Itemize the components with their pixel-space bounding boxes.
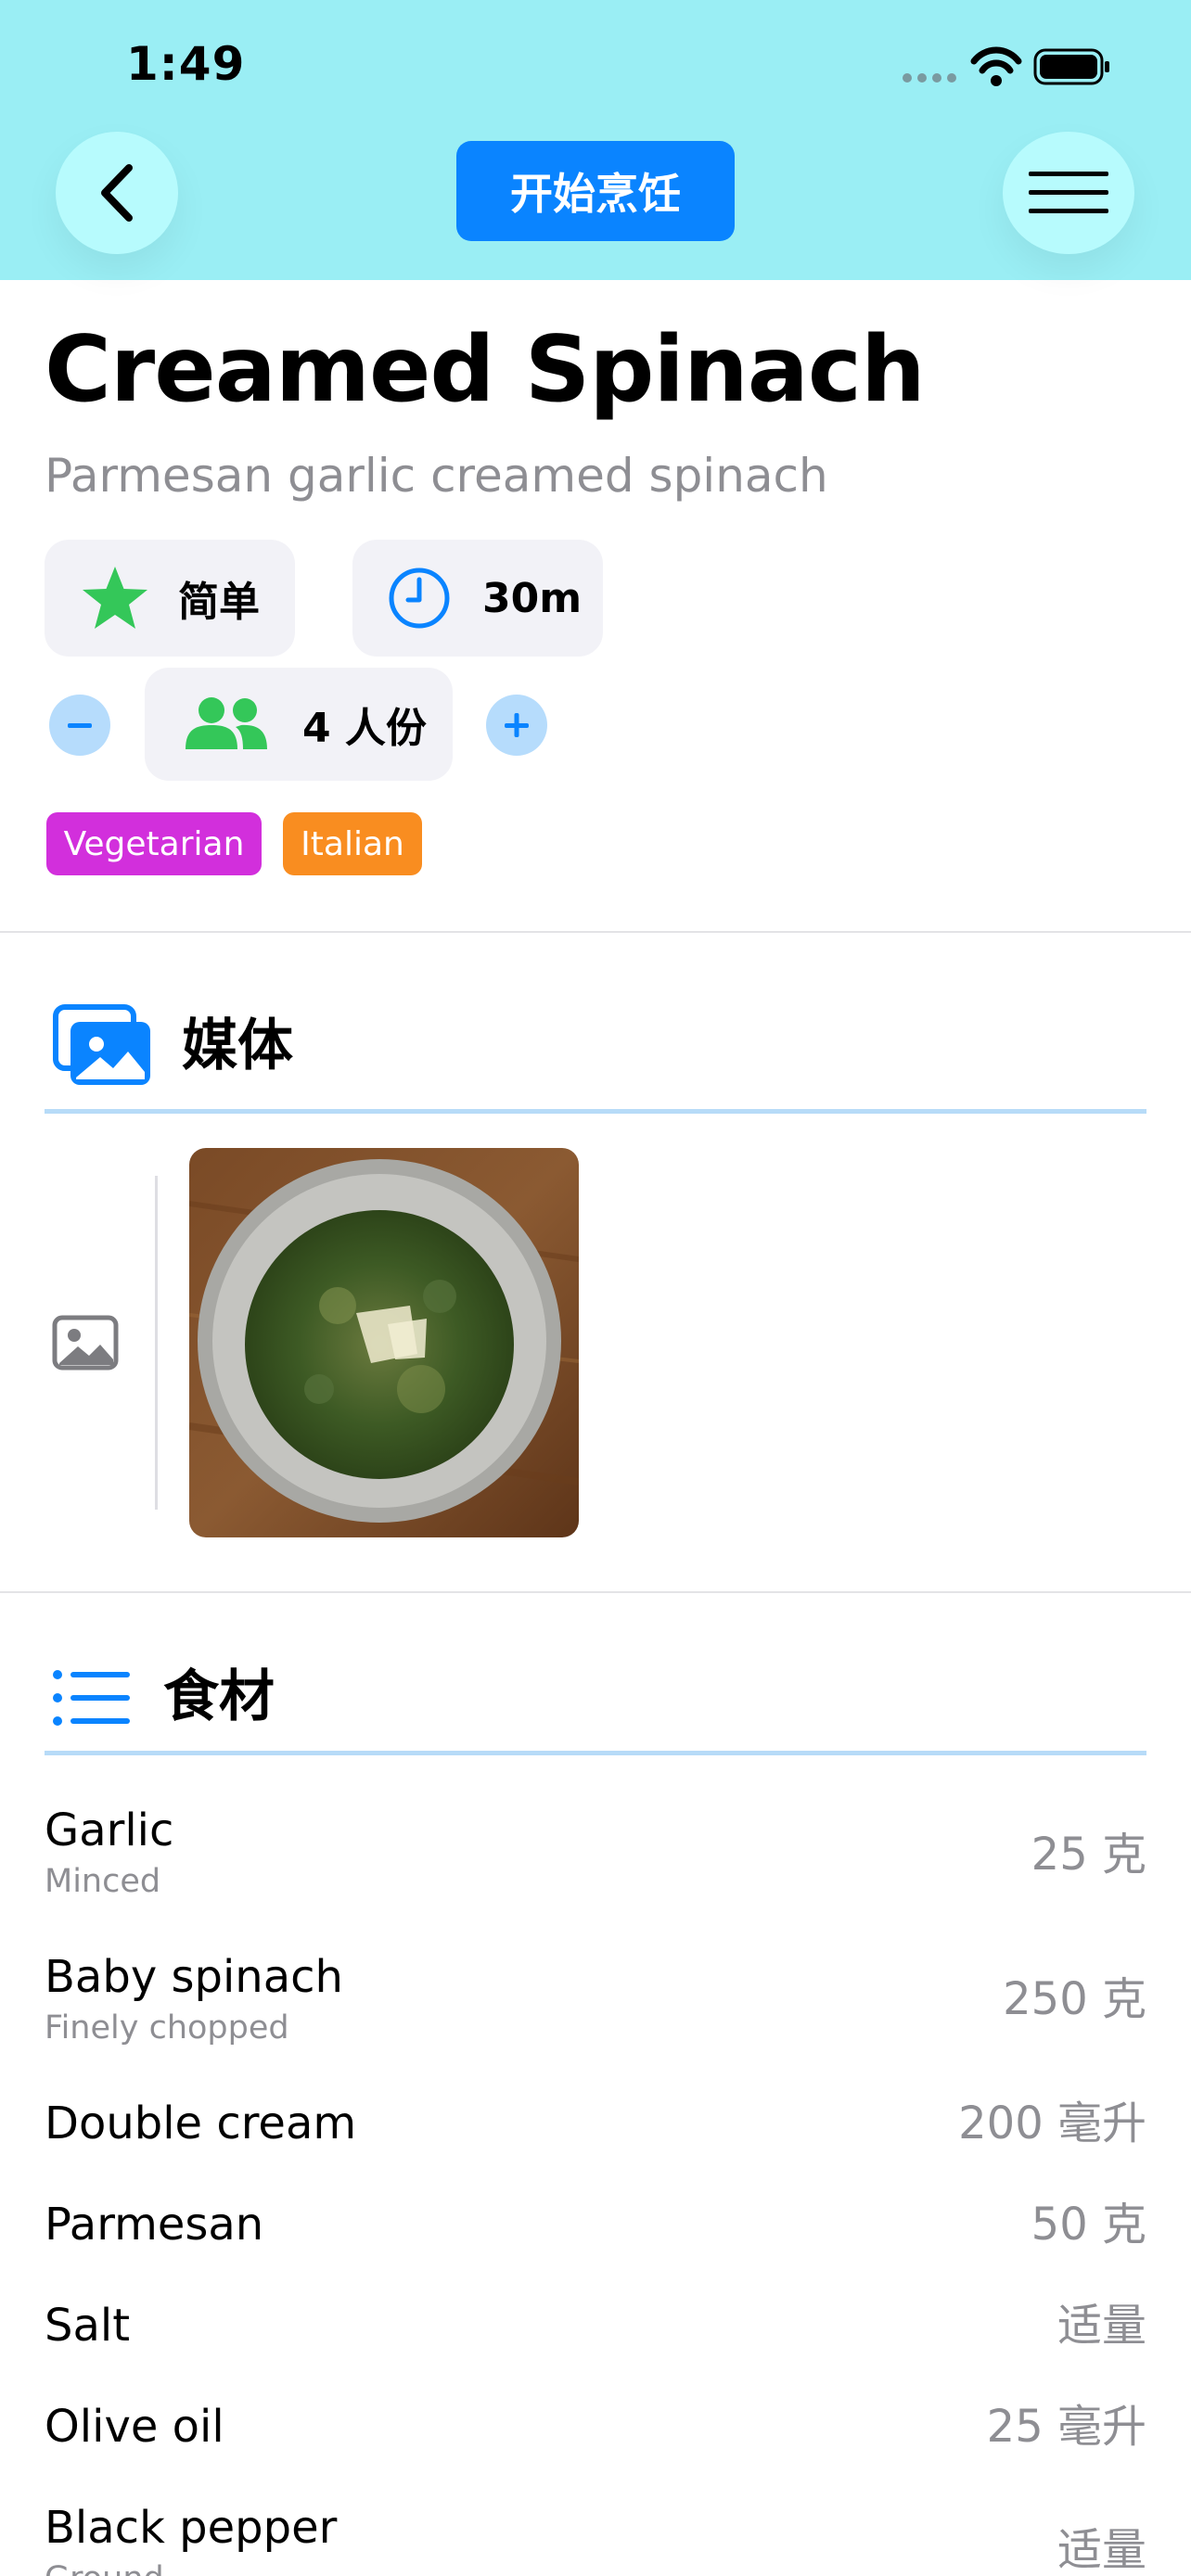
servings-label: 4 人份: [302, 705, 427, 752]
recipe-subtitle: Parmesan garlic creamed spinach: [45, 449, 828, 503]
ingredient-row[interactable]: Garlic Minced 25 克: [45, 1804, 1146, 1906]
ingredient-note: Finely chopped: [45, 2009, 289, 2047]
ingredient-row[interactable]: Salt 适量: [45, 2300, 1146, 2365]
ingredient-row[interactable]: Double cream 200 毫升: [45, 2098, 1146, 2162]
status-time: 1:49: [126, 37, 246, 91]
ingredient-name: Black pepper: [45, 2502, 338, 2554]
ingredient-note: Minced: [45, 1863, 161, 1900]
ingredient-name: Parmesan: [45, 2199, 264, 2251]
decrease-servings-button[interactable]: [49, 695, 110, 756]
ingredient-quantity: 200 毫升: [958, 2098, 1146, 2149]
servings-chip: 4 人份: [145, 668, 453, 781]
menu-button[interactable]: [1003, 132, 1134, 254]
clock-icon: [389, 567, 450, 629]
ingredient-note: Ground: [45, 2563, 164, 2576]
ingredient-row[interactable]: Olive oil 25 毫升: [45, 2401, 1146, 2466]
media-gallery-icon: [53, 1004, 150, 1085]
ingredient-name: Double cream: [45, 2098, 357, 2149]
list-icon: [53, 1670, 130, 1726]
ingredient-quantity: 适量: [1057, 2300, 1146, 2352]
plus-icon: [505, 713, 529, 737]
ingredients-section-underline: [45, 1751, 1146, 1755]
media-section-title: 媒体: [182, 1014, 293, 1078]
tag-italian[interactable]: Italian: [283, 812, 422, 875]
creamed-spinach-photo: [189, 1148, 579, 1537]
ingredient-quantity: 250 克: [1003, 1973, 1146, 2025]
increase-servings-button[interactable]: [486, 695, 547, 756]
ingredient-quantity: 25 克: [1031, 1829, 1146, 1881]
ingredient-name: Baby spinach: [45, 1951, 343, 2003]
start-cooking-button[interactable]: 开始烹饪: [456, 141, 735, 241]
people-icon: [186, 697, 267, 749]
ingredient-quantity: 25 毫升: [986, 2401, 1146, 2453]
tag-vegetarian[interactable]: Vegetarian: [46, 812, 262, 875]
recipe-title: Creamed Spinach: [45, 317, 926, 423]
header-bar: 1:49 开始烹饪: [0, 0, 1191, 280]
ingredients-section-title: 食材: [163, 1664, 275, 1729]
ingredient-name: Garlic: [45, 1804, 174, 1856]
image-placeholder-icon[interactable]: [52, 1315, 119, 1371]
ingredient-row[interactable]: Baby spinach Finely chopped 250 克: [45, 1951, 1146, 2053]
section-divider: [0, 931, 1191, 933]
ingredient-row[interactable]: Parmesan 50 克: [45, 2199, 1146, 2264]
ingredient-name: Salt: [45, 2300, 131, 2352]
star-icon: [83, 567, 147, 629]
difficulty-label: 简单: [178, 579, 260, 626]
status-icons: [900, 45, 1113, 91]
section-divider: [0, 1591, 1191, 1593]
ingredient-row[interactable]: Black pepper Ground 适量: [45, 2502, 1146, 2576]
time-label: 30m: [482, 574, 583, 622]
hamburger-menu-icon: [1029, 172, 1108, 213]
ingredient-quantity: 适量: [1057, 2524, 1146, 2576]
media-separator: [155, 1176, 158, 1510]
time-chip: 30m: [352, 540, 603, 657]
back-button[interactable]: [56, 132, 178, 254]
ingredient-quantity: 50 克: [1031, 2199, 1146, 2251]
chevron-left-icon: [101, 164, 133, 222]
minus-icon: [68, 723, 92, 728]
cellular-signal-icon: [903, 46, 1109, 86]
media-section-underline: [45, 1109, 1146, 1114]
ingredient-name: Olive oil: [45, 2401, 224, 2453]
difficulty-chip: 简单: [45, 540, 295, 657]
recipe-photo[interactable]: [189, 1148, 579, 1537]
